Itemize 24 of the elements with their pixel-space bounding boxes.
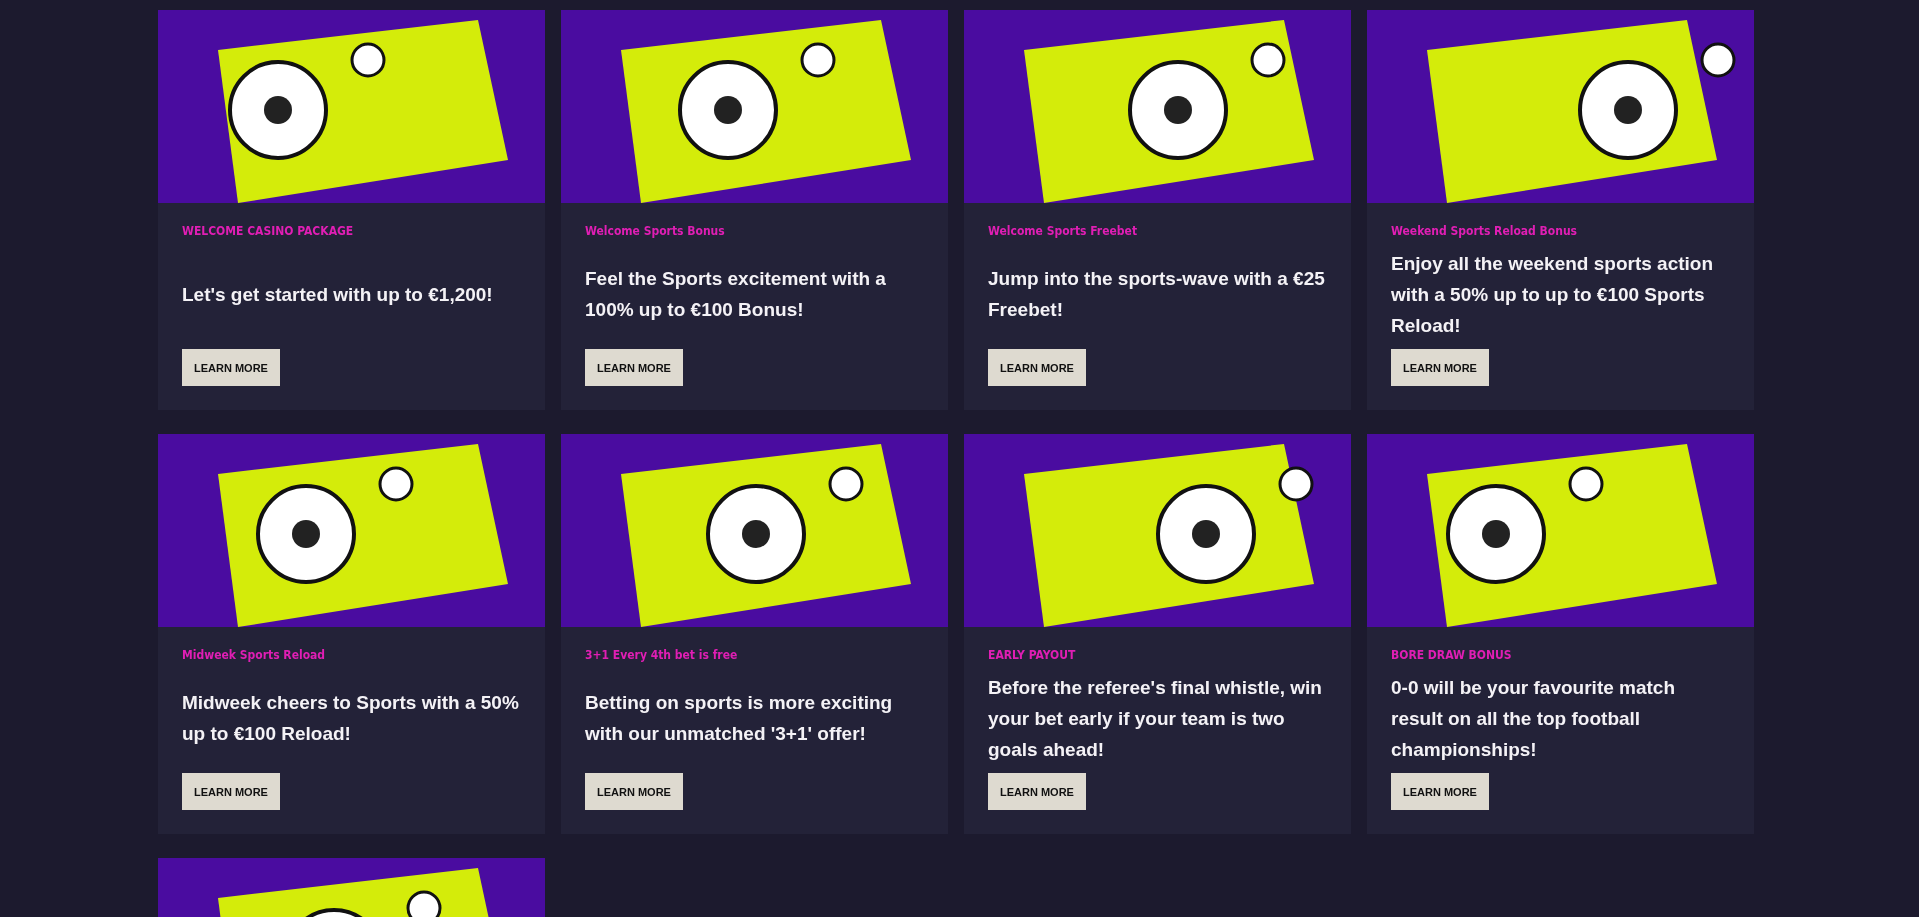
learn-more-button[interactable]: LEARN MORE <box>1391 773 1489 810</box>
learn-more-button[interactable]: LEARN MORE <box>1391 349 1489 386</box>
promo-title: Betting on sports is more exciting with our unmatched '3+1' offer! <box>585 691 894 746</box>
promo-title: Jump into the sports-wave with a €25 Freebet! <box>988 267 1326 322</box>
learn-more-button[interactable]: LEARN MORE <box>182 773 280 810</box>
promo-category: 3+1 Every 4th bet is free <box>585 647 739 663</box>
learn-more-button[interactable]: LEARN MORE <box>585 349 683 386</box>
promo-category: EARLY PAYOUT <box>988 647 1077 663</box>
promo-category: Welcome Sports Freebet <box>988 223 1139 239</box>
learn-more-button[interactable]: LEARN MORE <box>182 349 280 386</box>
promo-category: Midweek Sports Reload <box>182 647 327 663</box>
promo-title: Before the referee's final whistle, win your bet early if your team is two goals ahead! <box>988 675 1323 762</box>
promo-title: Let's get started with up to €1,200! <box>182 282 493 307</box>
promo-title: 0-0 will be your favourite match result on all the top football championships! <box>1391 675 1677 762</box>
promo-category: BORE DRAW BONUS <box>1391 647 1513 663</box>
promo-category: WELCOME CASINO PACKAGE <box>182 223 355 239</box>
learn-more-button[interactable]: LEARN MORE <box>988 773 1086 810</box>
promo-category: Weekend Sports Reload Bonus <box>1391 223 1579 239</box>
promo-title: Feel the Sports excitement with a 100% up to €100 Bonus! <box>585 267 887 322</box>
promo-title: Midweek cheers to Sports with a 50% up to €100 Reload! <box>182 691 520 746</box>
learn-more-button[interactable]: LEARN MORE <box>988 349 1086 386</box>
promo-title: Enjoy all the weekend sports action with a 50% up to up to €100 Sports Reload! <box>1391 251 1715 338</box>
promo-category: Welcome Sports Bonus <box>585 223 726 239</box>
learn-more-button[interactable]: LEARN MORE <box>585 773 683 810</box>
